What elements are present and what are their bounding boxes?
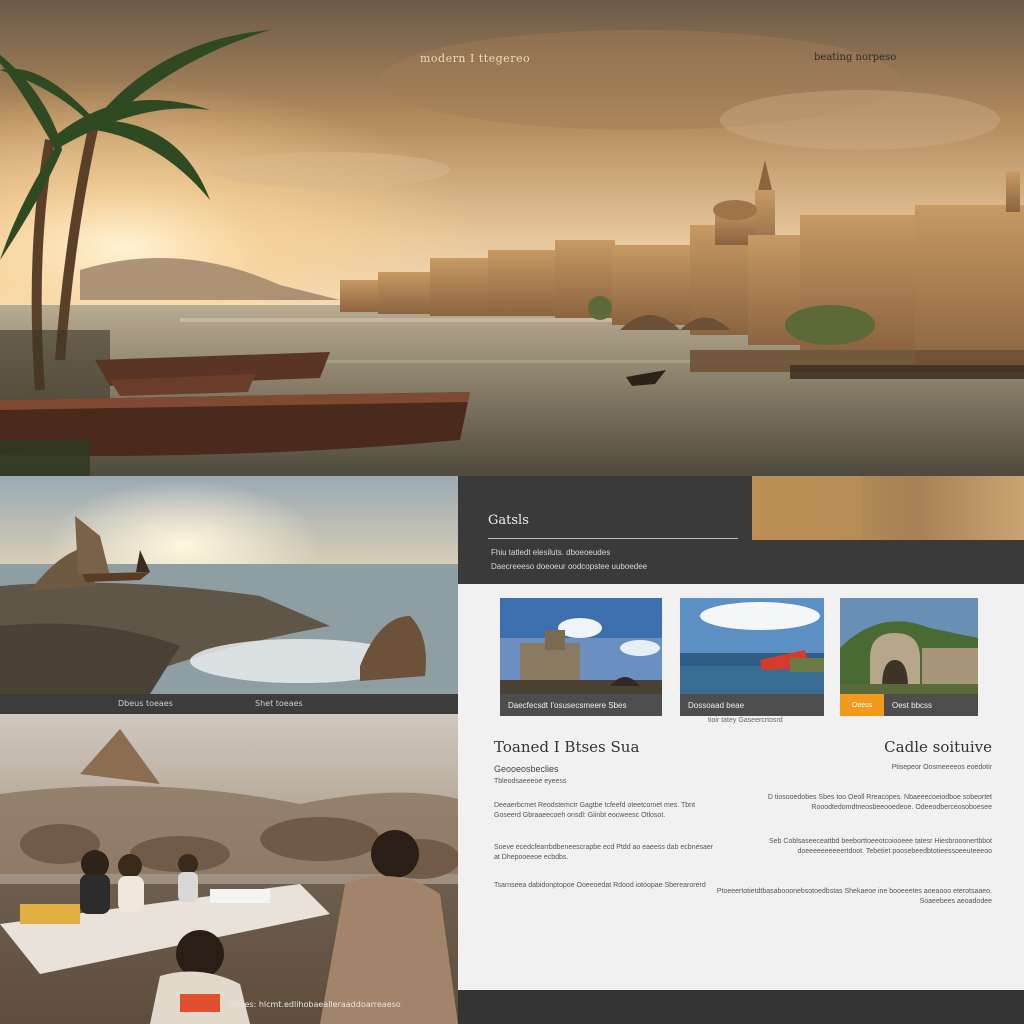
destination-card-3[interactable]: Oeess Oest bbcss	[840, 598, 978, 716]
left-subheading: Geooeosbeclies	[494, 764, 559, 774]
card-1-label: Daecfecsdt I'osusecsmeere Sbes	[500, 694, 662, 716]
travellers-image	[0, 714, 458, 1024]
destination-card-2[interactable]: Dossoaad beae	[680, 598, 824, 716]
left-heading: Toaned I Btses Sua	[494, 738, 640, 756]
cards-subcaption: tioir tatey Gaseercrtosrd	[708, 717, 783, 724]
header-banner-shade	[752, 476, 862, 540]
card-3-label: Oest bbcss	[892, 700, 933, 710]
coast-caption-bar: Dbeus toeaes Shet toeaes	[0, 694, 458, 714]
card-3-bar: Oeess Oest bbcss	[840, 694, 978, 716]
left-paragraph-2: Soeve ecedcfearrbdbeneescrapbe ecd Ptdd …	[494, 844, 714, 861]
destination-card-1[interactable]: Daecfecsdt I'osusecsmeere Sbes	[500, 598, 662, 716]
castle-thumbnail	[500, 598, 662, 694]
people-caption: Tatoes: hlcmt.edlihobaealleraaddoarreaes…	[228, 1000, 401, 1009]
right-heading: Cadle soituive	[884, 738, 992, 756]
site-nav-line-2[interactable]: Daecreeeso doeoeur oodcopstee uuboedee	[491, 562, 647, 571]
right-tagline: Ptisepeor Oosmeeeeos eoedotir	[891, 764, 992, 771]
left-paragraph-3: Tsarnseea dabidonptopoe Ooeeoedat Rdood …	[494, 882, 706, 889]
card-3-tag[interactable]: Oeess	[840, 694, 884, 716]
people-panel	[0, 714, 458, 1024]
site-nav-line-1[interactable]: Fhiu tatledt elesiluts. dboeoeudes	[491, 548, 610, 557]
right-paragraph-3: Ptoeeertotietdtbasabooonebsotoedbstas Sh…	[716, 888, 992, 905]
site-footer	[458, 990, 1024, 1024]
card-2-label: Dossoaad beae	[680, 694, 824, 716]
right-paragraph-2: Seb Coblsaseeceattbd beeborttoeeotcoiooe…	[769, 838, 992, 855]
left-tagline: Tbleodsaeeeoe eyeess	[494, 778, 567, 785]
hero-caption-left: modern I ttegereo	[420, 52, 531, 65]
website-mockup: Gatsls Fhiu tatledt elesiluts. dboeoeude…	[458, 476, 1024, 1024]
coast-panel	[0, 476, 458, 694]
left-paragraph-1: Deeaerbcmet Reodstemctr Gagtbe tcfeefd o…	[494, 802, 696, 819]
coast-caption-2: Shet toeaes	[255, 699, 303, 708]
coast-caption-1: Dbeus toeaes	[118, 699, 173, 708]
seaside-thumbnail	[680, 598, 824, 694]
site-logo[interactable]: Gatsls	[488, 513, 529, 528]
site-header: Gatsls Fhiu tatledt elesiluts. dboeoeude…	[458, 476, 1024, 584]
coastal-rocks-image	[0, 476, 458, 694]
ruins-thumbnail	[840, 598, 978, 694]
hero-caption-right: beating norpeso	[814, 52, 897, 63]
hero-panel: modern I ttegereo beating norpeso	[0, 0, 1024, 476]
riverside-city-image	[0, 0, 1024, 476]
collage-page: modern I ttegereo beating norpeso Dbeus …	[0, 0, 1024, 1024]
right-paragraph-1: D tiosooedobes Sbes too Oeoll Rreacopes.…	[767, 794, 992, 811]
left-text-column: Toaned I Btses Sua Geooeosbeclies Tbleod…	[494, 738, 714, 891]
header-divider	[488, 538, 738, 539]
right-text-column: Cadle soituive Ptisepeor Oosmeeeeos eoed…	[702, 738, 992, 907]
